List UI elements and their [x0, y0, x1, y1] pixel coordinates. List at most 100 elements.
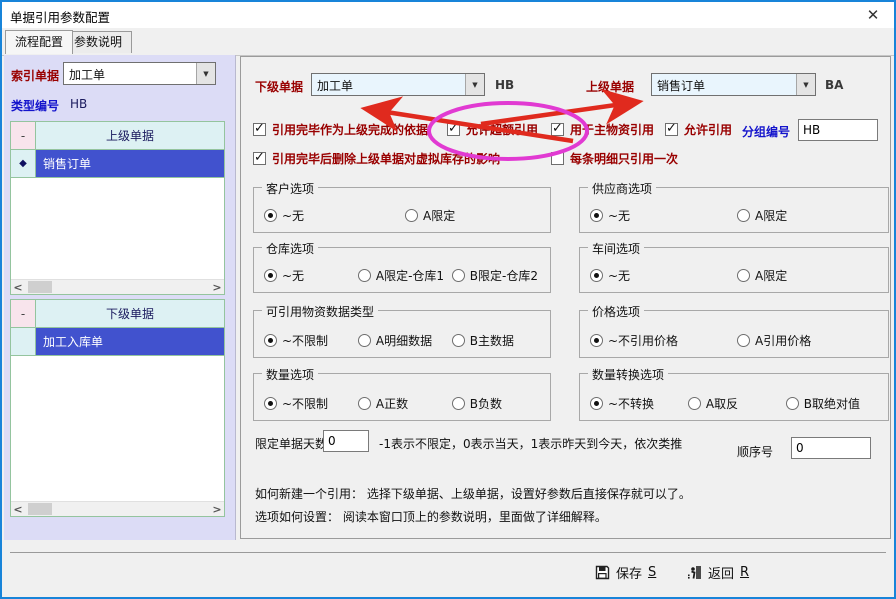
group-supplier-options: 供应商选项 ~无 A限定: [579, 187, 889, 233]
return-button[interactable]: 返回 R: [683, 560, 753, 584]
tab-flow-config[interactable]: 流程配置: [5, 30, 73, 54]
scroll-left-icon[interactable]: <: [11, 280, 25, 294]
table-corner-cell[interactable]: -: [11, 122, 36, 149]
table-body: [11, 356, 224, 501]
checkbox-icon[interactable]: [253, 152, 266, 165]
checkbox-icon[interactable]: [551, 123, 564, 136]
group-title: 可引用物资数据类型: [262, 303, 378, 320]
radio-icon[interactable]: [358, 334, 371, 347]
radio-icon[interactable]: [590, 269, 603, 282]
radio-option[interactable]: ~无: [264, 207, 405, 224]
checkbox-label: 允许超额引用: [466, 121, 538, 138]
radio-icon[interactable]: [264, 209, 277, 222]
radio-option[interactable]: A限定: [405, 207, 546, 224]
radio-option[interactable]: ~不限制: [264, 332, 358, 349]
upper-doc-table: - 上级单据 ◆ 销售订单 < >: [10, 121, 225, 295]
checkbox-allow-ref[interactable]: 允许引用: [665, 121, 732, 138]
chevron-down-icon[interactable]: ▼: [465, 74, 484, 95]
radio-icon[interactable]: [688, 397, 701, 410]
chevron-down-icon[interactable]: ▼: [796, 74, 815, 95]
radio-option[interactable]: A正数: [358, 395, 452, 412]
radio-option[interactable]: ~不引用价格: [590, 332, 737, 349]
radio-icon[interactable]: [264, 397, 277, 410]
radio-label: ~无: [608, 267, 630, 284]
radio-icon[interactable]: [452, 269, 465, 282]
radio-icon[interactable]: [590, 397, 603, 410]
scroll-right-icon[interactable]: >: [210, 502, 224, 516]
checkbox-main-material-ref[interactable]: 用于主物资引用: [551, 121, 654, 138]
radio-icon[interactable]: [264, 334, 277, 347]
checkbox-label: 引用完毕作为上级完成的依据: [272, 121, 428, 138]
radio-option[interactable]: B取绝对值: [786, 395, 884, 412]
radio-icon[interactable]: [264, 269, 277, 282]
checkbox-remove-virtual-stock[interactable]: 引用完毕后删除上级单据对虚拟库存的影响: [253, 150, 500, 167]
checkbox-label: 每条明细只引用一次: [570, 150, 678, 167]
radio-icon[interactable]: [737, 334, 750, 347]
scrollbar-thumb[interactable]: [28, 503, 52, 515]
radio-option[interactable]: ~不限制: [264, 395, 358, 412]
chevron-down-icon[interactable]: ▼: [196, 63, 215, 84]
radio-icon[interactable]: [737, 209, 750, 222]
radio-option[interactable]: B限定-仓库2: [452, 267, 546, 284]
radio-icon[interactable]: [358, 269, 371, 282]
scroll-left-icon[interactable]: <: [11, 502, 25, 516]
table-corner-cell[interactable]: -: [11, 300, 36, 327]
radio-option[interactable]: A限定: [737, 267, 884, 284]
radio-option[interactable]: ~无: [264, 267, 358, 284]
radio-icon[interactable]: [737, 269, 750, 282]
radio-option[interactable]: A引用价格: [737, 332, 884, 349]
group-quantity-convert-options: 数量转换选项 ~不转换 A取反 B取绝对值: [579, 373, 889, 421]
radio-option[interactable]: B负数: [452, 395, 546, 412]
checkbox-ref-complete-basis[interactable]: 引用完毕作为上级完成的依据: [253, 121, 428, 138]
radio-option[interactable]: B主数据: [452, 332, 546, 349]
radio-icon[interactable]: [358, 397, 371, 410]
radio-option[interactable]: ~不转换: [590, 395, 688, 412]
checkbox-icon[interactable]: [253, 123, 266, 136]
upper-table-row-value[interactable]: 销售订单: [36, 150, 224, 177]
radio-option[interactable]: ~无: [590, 267, 737, 284]
limit-days-input[interactable]: [323, 430, 369, 452]
radio-label: ~不转换: [608, 395, 654, 412]
group-workshop-options: 车间选项 ~无 A限定: [579, 247, 889, 293]
horizontal-scrollbar[interactable]: < >: [11, 501, 224, 516]
checkbox-icon[interactable]: [665, 123, 678, 136]
radio-icon[interactable]: [452, 334, 465, 347]
radio-icon[interactable]: [590, 334, 603, 347]
table-header-row: - 下级单据: [11, 300, 224, 328]
checkbox-allow-over-quota[interactable]: 允许超额引用: [447, 121, 538, 138]
checkbox-icon[interactable]: [551, 152, 564, 165]
scroll-right-icon[interactable]: >: [210, 280, 224, 294]
radio-option[interactable]: A明细数据: [358, 332, 452, 349]
radio-option[interactable]: A限定-仓库1: [358, 267, 452, 284]
group-code-label: 分组编号: [742, 123, 790, 140]
radio-icon[interactable]: [405, 209, 418, 222]
group-code-input[interactable]: [798, 119, 878, 141]
group-title: 数量选项: [262, 366, 318, 383]
save-button[interactable]: 保存 S: [591, 560, 660, 584]
save-label: 保存: [616, 563, 642, 582]
checkbox-icon[interactable]: [447, 123, 460, 136]
sequence-input[interactable]: [791, 437, 871, 459]
tab-param-help[interactable]: 参数说明: [64, 31, 132, 53]
checkbox-label: 允许引用: [684, 121, 732, 138]
table-row[interactable]: ◆ 销售订单: [11, 150, 224, 178]
lower-table-row-value[interactable]: 加工入库单: [36, 328, 224, 355]
return-label: 返回: [708, 563, 734, 582]
checkbox-detail-once-only[interactable]: 每条明细只引用一次: [551, 150, 678, 167]
upper-doc-combobox[interactable]: 销售订单 ▼: [651, 73, 816, 96]
close-icon[interactable]: ✕: [856, 4, 890, 26]
radio-icon[interactable]: [786, 397, 799, 410]
radio-icon[interactable]: [452, 397, 465, 410]
radio-option[interactable]: A限定: [737, 207, 884, 224]
index-doc-combobox[interactable]: 加工单 ▼: [63, 62, 216, 85]
radio-option[interactable]: A取反: [688, 395, 786, 412]
lower-doc-combobox[interactable]: 加工单 ▼: [311, 73, 485, 96]
upper-doc-label: 上级单据: [586, 78, 634, 95]
radio-icon[interactable]: [590, 209, 603, 222]
horizontal-scrollbar[interactable]: < >: [11, 279, 224, 294]
radio-label: ~无: [282, 267, 304, 284]
scrollbar-thumb[interactable]: [28, 281, 52, 293]
radio-label: A明细数据: [376, 332, 432, 349]
radio-option[interactable]: ~无: [590, 207, 737, 224]
table-row[interactable]: 加工入库单: [11, 328, 224, 356]
